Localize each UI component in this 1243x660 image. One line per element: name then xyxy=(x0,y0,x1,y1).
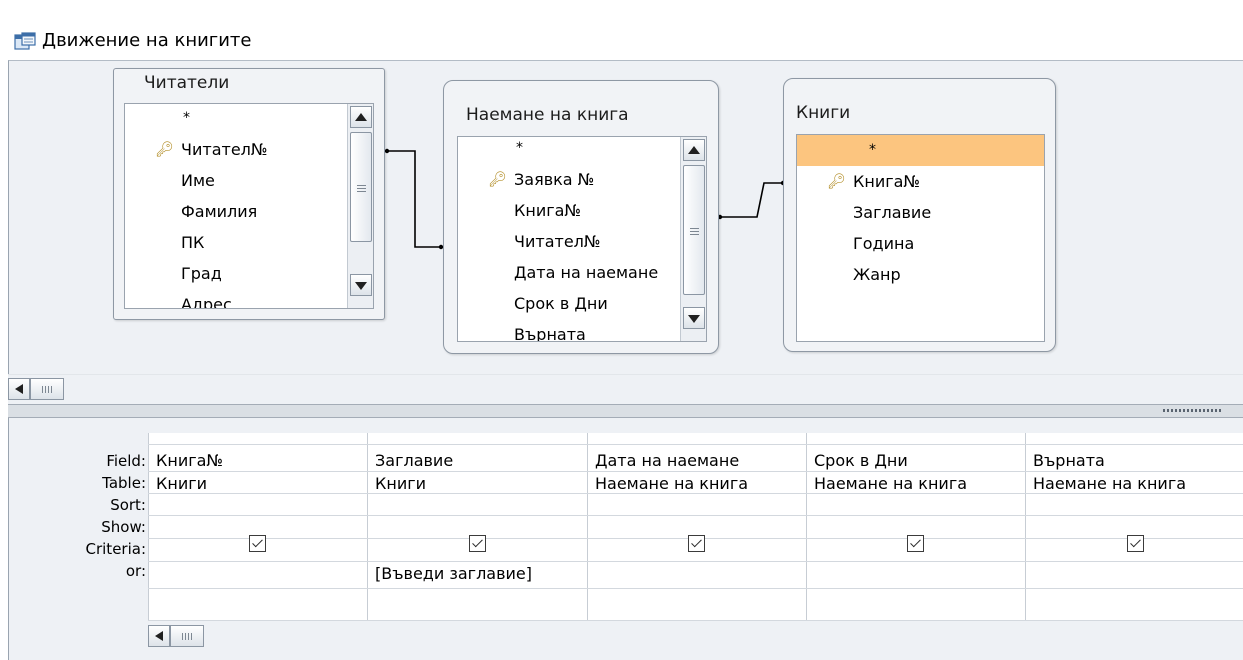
scroll-left-icon[interactable] xyxy=(8,378,30,400)
row-label-or: or: xyxy=(125,562,146,580)
primary-key-icon: 🔑︎ xyxy=(155,140,175,158)
row-label-show: Show: xyxy=(101,518,146,536)
row-label-criteria: Criteria: xyxy=(85,540,147,558)
field-list-body[interactable]: * 🔑︎ Книга№ Заглавие Година Жанр xyxy=(796,134,1045,342)
scroll-thumb[interactable] xyxy=(170,625,204,647)
field-list-scrollbar[interactable] xyxy=(347,104,373,308)
field-row[interactable]: * xyxy=(458,137,678,164)
grid-criteria-cell[interactable]: [Въведи заглавие] xyxy=(375,564,532,583)
field-list-body[interactable]: * 🔑︎ Читател№ Име Фамилия ПК Град Адрес xyxy=(124,103,374,309)
field-list-books[interactable]: Книги * 🔑︎ Книга№ Заглавие Година Жанр xyxy=(783,78,1056,352)
scroll-thumb[interactable] xyxy=(350,132,372,242)
row-label-sort: Sort: xyxy=(110,496,146,514)
show-checkbox[interactable] xyxy=(1127,535,1144,552)
field-list-rentals[interactable]: Наемане на книга * 🔑︎ Заявка № Книга№ Чи… xyxy=(443,80,719,354)
field-row[interactable]: 🔑︎ Читател№ xyxy=(125,134,345,165)
field-row[interactable]: 🔑︎ Заявка № xyxy=(458,164,678,195)
field-row[interactable]: Заглавие xyxy=(797,197,1044,228)
field-row[interactable]: Дата на наемане xyxy=(458,257,678,288)
field-row[interactable]: * xyxy=(125,104,345,134)
field-row[interactable]: Град xyxy=(125,258,345,289)
field-row[interactable]: Върната xyxy=(458,319,678,341)
field-row[interactable]: Книга№ xyxy=(458,195,678,226)
grid-field-cell[interactable]: Срок в Дни xyxy=(814,451,908,470)
grid-table-cell[interactable]: Наемане на книга xyxy=(814,474,967,493)
grid-table-cell[interactable]: Книги xyxy=(156,474,207,493)
grid-table-cell[interactable]: Наемане на книга xyxy=(1033,474,1186,493)
scroll-down-icon[interactable] xyxy=(683,307,705,329)
grid-field-cell[interactable]: Върната xyxy=(1033,451,1105,470)
show-checkbox[interactable] xyxy=(907,535,924,552)
grid-table-cell[interactable]: Книги xyxy=(375,474,426,493)
primary-key-icon: 🔑︎ xyxy=(488,170,508,188)
grid-field-cell[interactable]: Книга№ xyxy=(156,451,223,470)
field-row[interactable]: Име xyxy=(125,165,345,196)
primary-key-icon: 🔑︎ xyxy=(827,172,847,190)
field-list-title: Наемане на книга xyxy=(466,105,629,125)
grid-horizontal-scrollbar[interactable] xyxy=(148,620,1243,654)
field-list-title: Читатели xyxy=(144,73,230,93)
grid-field-cell[interactable]: Заглавие xyxy=(375,451,453,470)
row-label-table: Table: xyxy=(102,474,146,492)
row-label-field: Field: xyxy=(106,452,146,470)
field-list-readers[interactable]: Читатели * 🔑︎ Читател№ Име Фамилия ПК Гр… xyxy=(113,68,385,320)
scroll-down-icon[interactable] xyxy=(350,274,372,296)
grid-table-cell[interactable]: Наемане на книга xyxy=(595,474,748,493)
field-list-body[interactable]: * 🔑︎ Заявка № Книга№ Читател№ Дата на на… xyxy=(457,136,707,342)
field-row-selected[interactable]: * xyxy=(797,135,1044,166)
show-checkbox[interactable] xyxy=(688,535,705,552)
relationship-line-readers[interactable] xyxy=(384,148,444,250)
field-row[interactable]: Читател№ xyxy=(458,226,678,257)
field-list-title: Книги xyxy=(796,103,851,123)
pane-splitter[interactable] xyxy=(8,404,1243,418)
field-row[interactable]: 🔑︎ Книга№ xyxy=(797,166,1044,197)
grid-field-cell[interactable]: Дата на наемане xyxy=(595,451,739,470)
field-row[interactable]: Фамилия xyxy=(125,196,345,227)
diagram-horizontal-scrollbar[interactable] xyxy=(8,374,1243,404)
field-row[interactable]: Адрес xyxy=(125,289,345,308)
field-list-scrollbar[interactable] xyxy=(680,137,706,341)
field-row[interactable]: Жанр xyxy=(797,259,1044,290)
relationship-line-books[interactable] xyxy=(717,180,786,220)
splitter-grip-icon xyxy=(1163,409,1223,412)
scroll-up-icon[interactable] xyxy=(683,139,705,161)
field-row[interactable]: Срок в Дни xyxy=(458,288,678,319)
field-row[interactable]: Година xyxy=(797,228,1044,259)
scroll-thumb[interactable] xyxy=(30,378,64,400)
show-checkbox[interactable] xyxy=(249,535,266,552)
scroll-thumb[interactable] xyxy=(683,165,705,295)
scroll-left-icon[interactable] xyxy=(148,625,170,647)
field-row[interactable]: ПК xyxy=(125,227,345,258)
scroll-up-icon[interactable] xyxy=(350,106,372,128)
show-checkbox[interactable] xyxy=(469,535,486,552)
